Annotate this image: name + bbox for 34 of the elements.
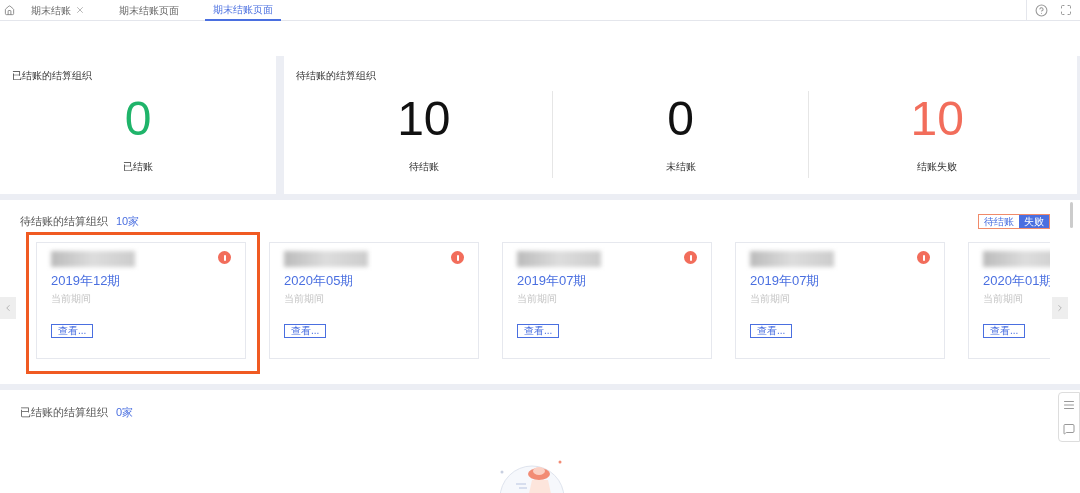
period-text: 2020年05期 xyxy=(284,272,354,290)
stat-label: 未结账 xyxy=(665,160,696,174)
scrollbar[interactable] xyxy=(1070,202,1073,228)
stat-value: 0 xyxy=(667,95,694,143)
section-title: 已结账的结算组织 xyxy=(20,405,108,420)
help-icon[interactable] xyxy=(1035,3,1048,17)
page-tab[interactable]: 期末结账页面 xyxy=(111,0,187,21)
home-icon[interactable] xyxy=(4,4,15,16)
list-icon[interactable] xyxy=(1063,399,1075,411)
period-text: 2019年07期 xyxy=(750,272,820,290)
view-button[interactable]: 查看... xyxy=(983,323,1026,338)
fullscreen-icon[interactable] xyxy=(1060,4,1072,16)
stat-label: 待结账 xyxy=(408,160,439,174)
close-icon[interactable] xyxy=(75,5,85,15)
stat-label: 结账失败 xyxy=(917,160,958,174)
section-count: 10家 xyxy=(116,213,140,229)
section-title: 待结账的结算组织 xyxy=(20,213,108,229)
stat-value: 10 xyxy=(397,95,451,143)
blurred-org-name xyxy=(983,251,1050,267)
stat-value: 0 xyxy=(124,95,152,143)
period-text: 2019年07期 xyxy=(517,272,587,290)
stat-label: 已结账 xyxy=(123,160,153,174)
page-tab[interactable]: 期末结账 xyxy=(23,0,93,21)
chat-icon[interactable] xyxy=(1063,423,1075,435)
section-count: 0家 xyxy=(116,405,134,420)
view-button[interactable]: 查看... xyxy=(51,323,94,338)
stat-value: 10 xyxy=(910,95,964,143)
view-button[interactable]: 查看... xyxy=(517,323,560,338)
view-button[interactable]: 查看... xyxy=(284,323,327,338)
period-text: 2019年12期 xyxy=(51,272,121,290)
summary-title: 已结账的结算组织 xyxy=(12,69,93,83)
view-button[interactable]: 查看... xyxy=(750,323,793,338)
summary-title: 待结账的结算组织 xyxy=(296,69,377,83)
filter-toggle[interactable]: 失败 xyxy=(1019,214,1049,228)
